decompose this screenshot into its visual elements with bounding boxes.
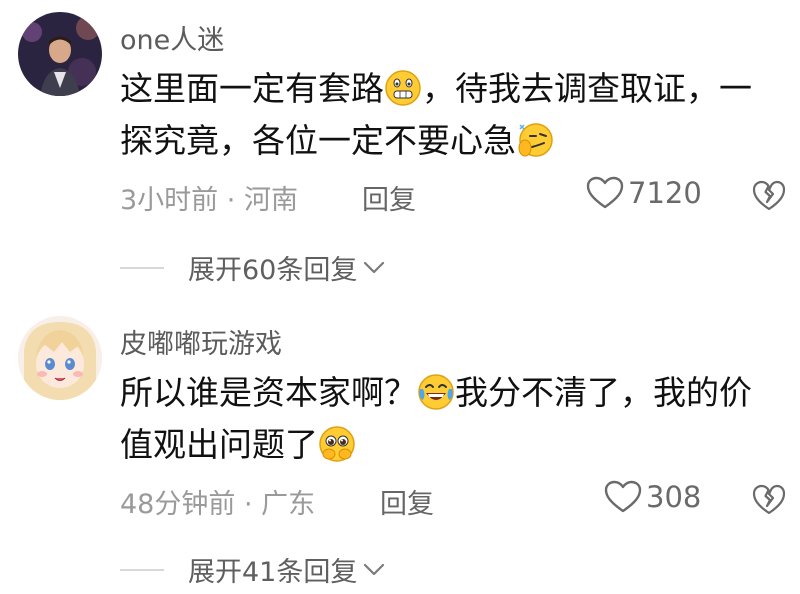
divider-line xyxy=(120,568,164,571)
comment-text: 值观出问题了 xyxy=(120,425,318,464)
dislike-button[interactable] xyxy=(752,483,786,517)
avatar[interactable] xyxy=(18,12,102,96)
meta-separator: · xyxy=(226,185,236,216)
comment-time: 3小时前 xyxy=(120,185,219,216)
broken-heart-icon xyxy=(752,484,786,515)
expand-replies-label: 展开41条回复 xyxy=(188,557,358,588)
reply-button[interactable]: 回复 xyxy=(362,178,416,217)
heart-icon xyxy=(604,480,642,513)
comment-location: 河南 xyxy=(243,185,298,216)
pleading-face-emoji-icon xyxy=(318,425,356,463)
dislike-button[interactable] xyxy=(752,179,786,213)
comment-text: 探究竟，各位一定不要心急 xyxy=(120,121,516,160)
username[interactable]: 皮嘟嘟玩游戏 xyxy=(120,322,282,361)
avatar-image-icon xyxy=(18,316,102,400)
chevron-down-icon xyxy=(364,261,385,273)
comment-text-line: 所以谁是资本家啊？ 我分不清了，我的价 xyxy=(120,372,752,414)
chevron-down-icon xyxy=(364,563,385,575)
comment-text-line: 这里面一定有套路 ，待我去调查取证，一 xyxy=(120,68,752,110)
divider-line xyxy=(120,266,164,269)
like-count: 308 xyxy=(646,480,702,514)
meta-separator: · xyxy=(243,489,253,520)
comment-meta: 3小时前 · 河南 xyxy=(120,178,298,217)
username[interactable]: one人迷 xyxy=(120,18,224,57)
broken-heart-icon xyxy=(752,180,786,211)
heart-icon xyxy=(586,176,624,209)
comment-text-line: 值观出问题了 xyxy=(120,424,356,466)
like-button[interactable]: 308 xyxy=(604,480,701,514)
comment-text: 所以谁是资本家啊？ xyxy=(120,373,417,412)
like-button[interactable]: 7120 xyxy=(586,176,702,210)
comment-text: ，待我去调查取证，一 xyxy=(422,69,752,108)
reply-button[interactable]: 回复 xyxy=(380,482,434,521)
like-count: 7120 xyxy=(628,176,702,210)
comment-location: 广东 xyxy=(261,489,316,520)
laughing-tears-emoji-icon xyxy=(417,373,455,411)
comment-text: 这里面一定有套路 xyxy=(120,69,384,108)
comment-text-line: 探究竟，各位一定不要心急 xyxy=(120,120,554,162)
grinning-teeth-emoji-icon xyxy=(384,69,422,107)
expand-replies-label: 展开60条回复 xyxy=(188,255,358,286)
avatar[interactable] xyxy=(18,316,102,400)
expand-replies-button[interactable]: 展开41条回复 xyxy=(120,550,385,589)
smirk-hand-emoji-icon xyxy=(516,121,554,159)
expand-replies-button[interactable]: 展开60条回复 xyxy=(120,248,385,287)
comment-meta: 48分钟前 · 广东 xyxy=(120,482,315,521)
avatar-image-icon xyxy=(18,12,102,96)
comment-text: 我分不清了，我的价 xyxy=(455,373,752,412)
comment-time: 48分钟前 xyxy=(120,489,236,520)
